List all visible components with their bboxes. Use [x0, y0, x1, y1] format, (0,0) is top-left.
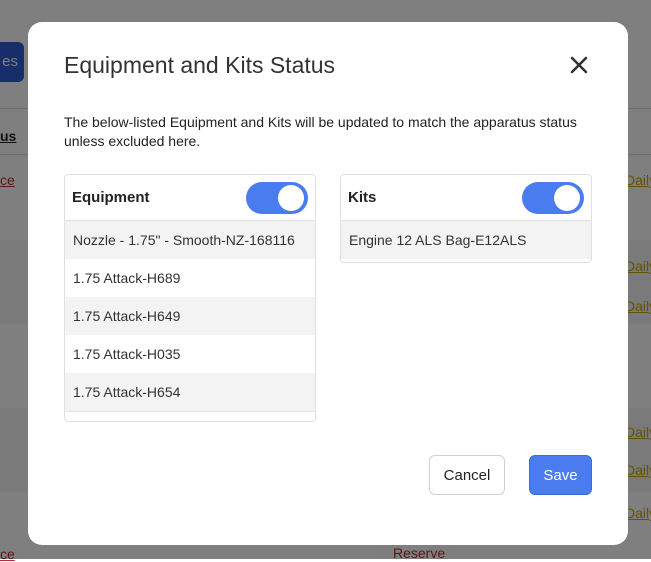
list-item[interactable]: 1.75 Attack-H654	[65, 373, 315, 411]
close-icon	[570, 56, 588, 74]
cancel-button[interactable]: Cancel	[429, 455, 505, 495]
toggle-knob	[554, 185, 580, 211]
kits-panel: Kits Engine 12 ALS Bag-E12ALS	[340, 174, 592, 263]
save-button[interactable]: Save	[529, 455, 592, 495]
toggle-knob	[278, 185, 304, 211]
list-item[interactable]: 1.75 Attack-H689	[65, 259, 315, 297]
list-end-divider	[65, 411, 315, 421]
dialog-description: The below-listed Equipment and Kits will…	[64, 114, 577, 149]
equipment-toggle[interactable]	[246, 182, 308, 214]
kits-panel-title: Kits	[348, 189, 377, 206]
list-item[interactable]: Engine 12 ALS Bag-E12ALS	[341, 221, 591, 259]
equipment-kits-status-dialog: Equipment and Kits Status The below-list…	[28, 22, 628, 545]
equipment-panel: Equipment Nozzle - 1.75" - Smooth-NZ-168…	[64, 174, 316, 422]
equipment-panel-header: Equipment	[65, 175, 315, 221]
equipment-panel-title: Equipment	[72, 189, 150, 206]
equipment-list[interactable]: Nozzle - 1.75" - Smooth-NZ-168116 1.75 A…	[65, 221, 315, 421]
list-item[interactable]: 1.75 Attack-H649	[65, 297, 315, 335]
close-button[interactable]	[564, 50, 594, 80]
list-item[interactable]: Nozzle - 1.75" - Smooth-NZ-168116	[65, 221, 315, 259]
dialog-title: Equipment and Kits Status	[64, 52, 336, 78]
list-item[interactable]: 1.75 Attack-H035	[65, 335, 315, 373]
kits-toggle[interactable]	[522, 182, 584, 214]
kits-panel-header: Kits	[341, 175, 591, 221]
